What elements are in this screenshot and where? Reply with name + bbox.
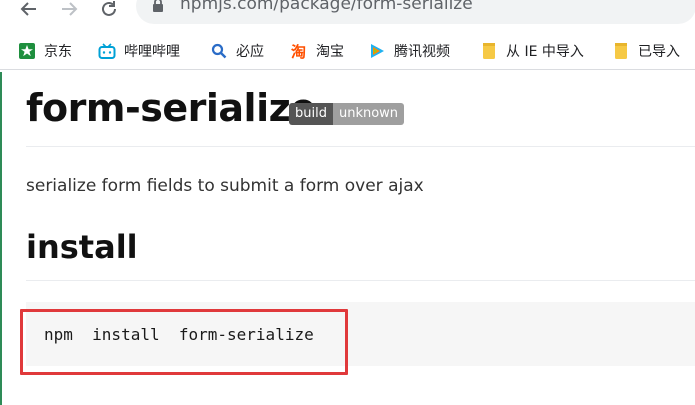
bookmark-bilibili[interactable]: 哔哩哔哩 xyxy=(98,40,180,62)
build-status-badge[interactable]: build unknown xyxy=(289,103,405,125)
bookmark-folder-ie[interactable]: 从 IE 中导入 xyxy=(480,40,584,62)
install-heading: install xyxy=(26,228,138,266)
sidebar-edge xyxy=(0,72,2,405)
badge-value: unknown xyxy=(332,103,405,125)
browser-toolbar: npmjs.com/package/form-serialize xyxy=(0,0,695,28)
bookmark-tencent-video[interactable]: 腾讯视频 xyxy=(368,40,450,62)
page-content: form-serialize build unknown serialize f… xyxy=(0,72,695,405)
arrow-left-icon xyxy=(20,2,36,16)
back-button[interactable] xyxy=(16,0,42,22)
reload-icon xyxy=(102,1,116,16)
folder-icon xyxy=(612,42,630,60)
bing-search-icon xyxy=(210,42,228,60)
title-divider xyxy=(26,146,695,147)
bookmarks-bar: 京东 哔哩哔哩 必应 淘 淘宝 腾讯视频 从 IE 中导入 已导入 xyxy=(0,32,695,70)
bookmark-label: 京东 xyxy=(44,44,72,60)
bookmark-taobao[interactable]: 淘 淘宝 xyxy=(290,40,344,62)
bilibili-icon xyxy=(98,42,116,60)
jd-icon xyxy=(18,42,36,60)
badge-label: build xyxy=(289,103,333,125)
reload-button[interactable] xyxy=(96,0,122,22)
install-divider xyxy=(26,280,695,281)
bookmark-label: 淘宝 xyxy=(316,44,344,60)
bookmark-bing[interactable]: 必应 xyxy=(210,40,264,62)
bookmark-folder-imported[interactable]: 已导入 xyxy=(612,40,680,62)
tencent-video-icon xyxy=(368,42,386,60)
folder-icon xyxy=(480,42,498,60)
bookmark-jd[interactable]: 京东 xyxy=(18,40,72,62)
lock-icon xyxy=(153,0,163,12)
highlight-box xyxy=(20,309,348,375)
bookmark-label: 腾讯视频 xyxy=(394,44,450,60)
svg-text:淘: 淘 xyxy=(290,43,306,60)
bookmark-label: 已导入 xyxy=(638,44,680,60)
url-text[interactable]: npmjs.com/package/form-serialize xyxy=(180,0,473,14)
forward-button[interactable] xyxy=(56,0,82,22)
taobao-icon: 淘 xyxy=(290,42,308,60)
package-title: form-serialize xyxy=(26,86,316,130)
package-description: serialize form fields to submit a form o… xyxy=(26,176,424,196)
bookmark-label: 哔哩哔哩 xyxy=(124,44,180,60)
bookmark-label: 必应 xyxy=(236,44,264,60)
arrow-right-icon xyxy=(62,2,78,16)
bookmark-label: 从 IE 中导入 xyxy=(506,44,584,60)
